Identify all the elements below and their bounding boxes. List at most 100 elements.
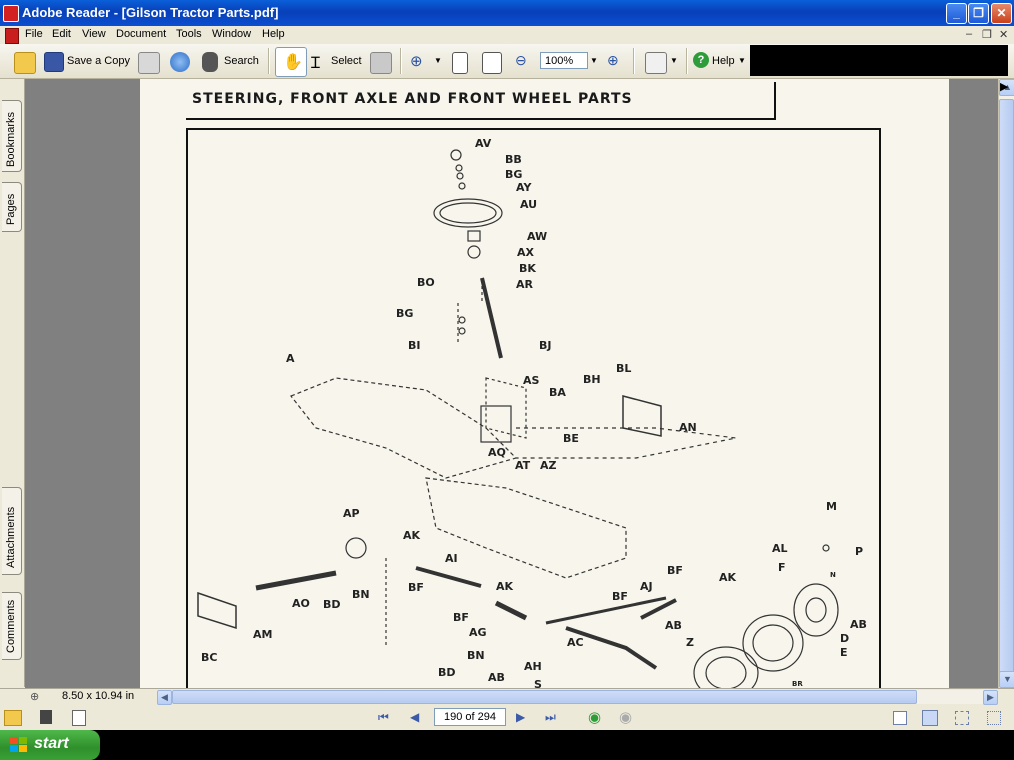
part-label: AS xyxy=(523,374,540,387)
next-page-icon[interactable]: ▶ xyxy=(516,710,525,724)
tab-comments[interactable]: Comments xyxy=(2,592,22,660)
help-dropdown-icon[interactable]: ▼ xyxy=(738,56,746,65)
page-title: STEERING, FRONT AXLE AND FRONT WHEEL PAR… xyxy=(192,91,633,107)
menu-edit[interactable]: Edit xyxy=(52,28,71,40)
menu-window[interactable]: Window xyxy=(212,28,251,40)
tab-label: Comments xyxy=(5,599,17,653)
zoom-out-icon[interactable]: ⊖ xyxy=(515,52,527,69)
taskbar xyxy=(0,730,1014,760)
part-label: BK xyxy=(519,262,536,275)
part-label: AK xyxy=(496,580,514,593)
panel-arrow-icon[interactable]: ▶ xyxy=(1000,80,1008,93)
single-page-icon[interactable] xyxy=(893,711,907,725)
search-button[interactable]: Search xyxy=(224,55,259,67)
fit-width-icon[interactable] xyxy=(482,52,502,74)
select-button[interactable]: Select xyxy=(331,55,362,67)
part-label: BI xyxy=(408,339,421,352)
toolbar-separator xyxy=(268,48,270,74)
doc-minimize-button[interactable]: – xyxy=(966,28,972,40)
save-status-icon[interactable] xyxy=(40,710,52,724)
part-label: AY xyxy=(516,181,532,194)
part-label: AT xyxy=(515,459,531,472)
help-button[interactable]: Help xyxy=(712,55,735,67)
menu-document[interactable]: Document xyxy=(116,28,166,40)
first-page-icon[interactable]: ⏮ xyxy=(378,710,389,725)
part-label: BD xyxy=(438,666,456,679)
part-label: BB xyxy=(505,153,522,166)
tab-label: Pages xyxy=(5,193,17,225)
close-button[interactable]: ✕ xyxy=(991,3,1012,24)
menu-tools[interactable]: Tools xyxy=(176,28,202,40)
menu-file[interactable]: File xyxy=(25,28,43,40)
doc-close-button[interactable]: ✕ xyxy=(999,28,1008,41)
doc-restore-button[interactable]: ❐ xyxy=(982,28,992,41)
part-label: AZ xyxy=(540,459,557,472)
page-navigation-bar xyxy=(0,706,1014,730)
part-label: BD xyxy=(323,598,341,611)
tab-label: Attachments xyxy=(5,506,17,568)
part-label: BN xyxy=(352,588,370,601)
scroll-down-button[interactable]: ▼ xyxy=(999,671,1014,688)
part-label: BC xyxy=(201,651,218,664)
binoculars-icon[interactable] xyxy=(202,52,218,72)
part-label: AK xyxy=(403,529,421,542)
zoom-input[interactable]: 100% xyxy=(540,52,588,69)
zoom-in-icon[interactable]: ⊕ xyxy=(410,52,423,70)
part-label: BG xyxy=(505,168,523,181)
minimize-button[interactable]: _ xyxy=(946,3,967,24)
last-page-icon[interactable]: ⏭ xyxy=(545,710,556,725)
rotate-view-icon[interactable] xyxy=(645,52,667,74)
tab-bookmarks[interactable]: Bookmarks xyxy=(2,100,22,172)
save-icon[interactable] xyxy=(44,52,64,72)
snapshot-icon[interactable] xyxy=(370,52,392,74)
tab-label: Bookmarks xyxy=(5,111,17,167)
part-label: BH xyxy=(583,373,601,386)
go-back-icon[interactable]: ◉ xyxy=(588,708,601,726)
previous-page-icon[interactable]: ◀ xyxy=(410,710,419,724)
go-forward-icon[interactable]: ◉ xyxy=(619,708,632,726)
tab-attachments[interactable]: Attachments xyxy=(2,487,22,575)
email-icon[interactable] xyxy=(170,52,190,72)
zoom-dropdown-icon[interactable]: ▼ xyxy=(590,56,598,65)
vertical-scrollbar[interactable]: ▲ ▼ xyxy=(998,79,1014,688)
part-label: AJ xyxy=(640,580,653,593)
open-folder-icon[interactable] xyxy=(14,52,36,74)
continuous-icon[interactable] xyxy=(922,710,938,726)
part-label: D xyxy=(840,632,850,645)
part-label: N xyxy=(830,571,836,579)
part-label: F xyxy=(778,561,786,574)
page-number-input[interactable]: 190 of 294 xyxy=(434,708,506,726)
part-label: A xyxy=(286,352,295,365)
toolbar-separator xyxy=(633,48,635,74)
document-status-icon[interactable] xyxy=(72,710,86,726)
horizontal-scroll-thumb[interactable] xyxy=(172,690,917,704)
part-label: BF xyxy=(612,590,628,603)
continuous-facing-icon[interactable] xyxy=(987,711,1001,725)
chevron-down-icon[interactable]: ▼ xyxy=(434,56,442,65)
hand-tool-button[interactable]: ✋ xyxy=(275,47,307,77)
scroll-right-button[interactable]: ▶ xyxy=(983,690,998,705)
restore-button[interactable]: ❐ xyxy=(968,3,989,24)
hand-icon: ✋ xyxy=(283,54,303,71)
tab-pages[interactable]: Pages xyxy=(2,182,22,232)
folder-icon[interactable] xyxy=(4,710,22,726)
save-copy-button[interactable]: Save a Copy xyxy=(67,55,130,67)
print-icon[interactable] xyxy=(138,52,160,74)
rotate-dropdown-icon[interactable]: ▼ xyxy=(670,56,678,65)
scroll-thumb[interactable] xyxy=(999,99,1014,674)
help-icon[interactable]: ? xyxy=(693,52,709,68)
fit-page-icon[interactable] xyxy=(452,52,468,74)
scroll-left-button[interactable]: ◀ xyxy=(157,690,172,705)
page-size-label: 8.50 x 10.94 in xyxy=(62,690,135,702)
part-label: AB xyxy=(488,671,505,684)
part-label: Z xyxy=(686,636,694,649)
zoom-plus-icon[interactable]: ⊕ xyxy=(607,52,619,69)
part-label: AN xyxy=(679,421,697,434)
start-button[interactable]: start xyxy=(0,730,100,760)
menu-view[interactable]: View xyxy=(82,28,106,40)
menu-help[interactable]: Help xyxy=(262,28,285,40)
part-label: AK xyxy=(719,571,737,584)
facing-icon[interactable] xyxy=(955,711,969,725)
toolbar-separator xyxy=(400,48,402,74)
title-bar: Adobe Reader - [Gilson Tractor Parts.pdf… xyxy=(0,0,1014,26)
